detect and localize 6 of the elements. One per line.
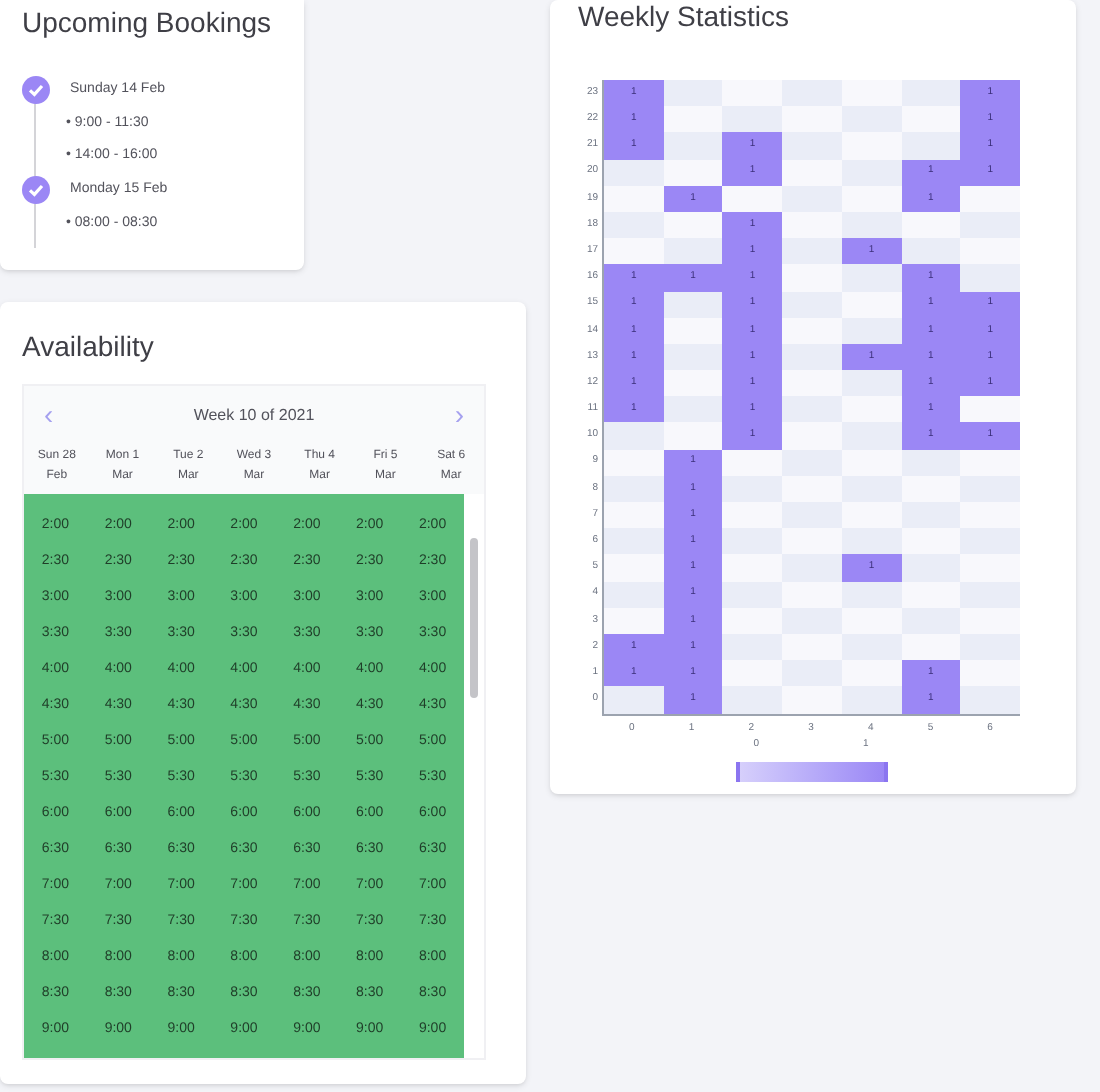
legend-gradient-bar[interactable] bbox=[735, 761, 887, 781]
card-title: Availability bbox=[22, 327, 156, 366]
week-label: Week 10 of 2021 bbox=[193, 403, 315, 427]
card-title: Upcoming Bookings bbox=[22, 4, 274, 42]
scrollbar-thumb[interactable] bbox=[470, 537, 478, 697]
card-title: Weekly Statistics bbox=[578, 0, 792, 32]
